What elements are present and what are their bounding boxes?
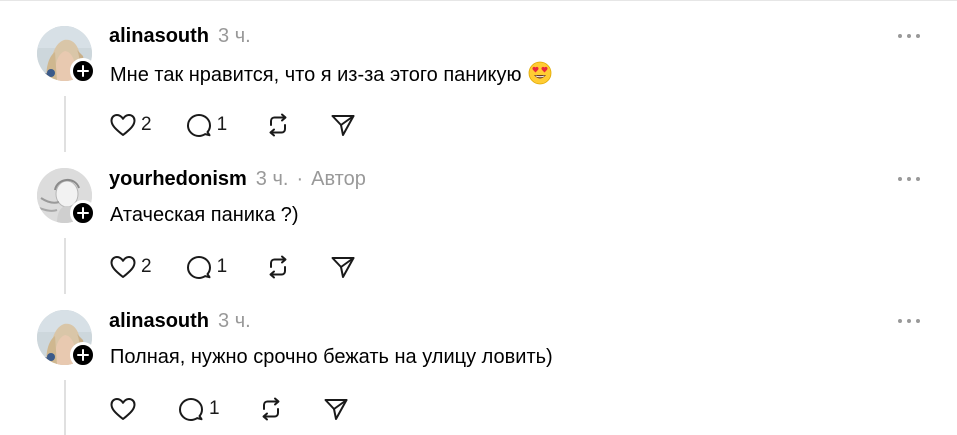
- repost-icon: [262, 397, 280, 421]
- follow-plus-button[interactable]: [70, 58, 96, 84]
- thread-line: [64, 238, 66, 294]
- avatar-wrap: [37, 26, 96, 84]
- like-button[interactable]: 2: [109, 112, 152, 138]
- comment-header: alinasouth 3 ч.: [109, 309, 251, 333]
- comment-text-row: Мне так нравится, что я из-за этого пани…: [110, 61, 552, 91]
- send-icon: [331, 257, 355, 278]
- comment-text: Атаческая паника ?): [110, 204, 299, 226]
- reply-button[interactable]: 1: [185, 254, 228, 280]
- repost-button[interactable]: [264, 112, 292, 138]
- share-button[interactable]: [329, 112, 357, 138]
- send-icon: [324, 399, 348, 420]
- repost-icon: [269, 255, 287, 279]
- repost-button[interactable]: [264, 254, 292, 280]
- avatar-wrap: [37, 310, 96, 368]
- comment-text: Мне так нравится, что я из-за этого пани…: [110, 64, 522, 86]
- timestamp[interactable]: 3 ч.: [256, 168, 289, 191]
- plus-icon: [77, 65, 89, 77]
- share-button[interactable]: [329, 254, 357, 280]
- reply-count: 1: [209, 398, 220, 419]
- more-options-icon: [898, 319, 902, 323]
- heart-icon: [110, 398, 136, 420]
- reply-count: 1: [216, 256, 228, 277]
- comment-header: alinasouth 3 ч.: [109, 24, 251, 48]
- plus-icon: [77, 349, 89, 361]
- comment-header: yourhedonism 3 ч. · Автор: [109, 167, 366, 191]
- username[interactable]: alinasouth: [109, 25, 209, 48]
- like-count: 2: [141, 256, 152, 277]
- comment-text: Полная, нужно срочно бежать на улицу лов…: [110, 346, 553, 368]
- more-options-icon: [898, 34, 902, 38]
- like-button[interactable]: 2: [109, 254, 152, 280]
- action-bar: 1: [109, 395, 350, 423]
- reply-button[interactable]: 1: [177, 396, 220, 422]
- username[interactable]: yourhedonism: [109, 168, 247, 191]
- avatar-wrap: [37, 168, 96, 226]
- more-options-icon: [898, 177, 902, 181]
- comment-bubble-icon: [186, 256, 211, 279]
- repost-icon: [269, 113, 287, 137]
- comment-bubble-icon: [179, 398, 203, 421]
- comment-bubble-icon: [186, 114, 211, 137]
- heart-icon: [110, 114, 136, 136]
- action-bar: 2 1: [109, 253, 357, 281]
- timestamp[interactable]: 3 ч.: [218, 310, 251, 333]
- username[interactable]: alinasouth: [109, 310, 209, 333]
- heart-eyes-emoji: [528, 61, 552, 91]
- heart-icon: [110, 256, 136, 278]
- reply-count: 1: [216, 114, 228, 135]
- plus-icon: [77, 207, 89, 219]
- top-divider: [0, 0, 957, 1]
- thread-line: [64, 380, 66, 435]
- follow-plus-button[interactable]: [70, 342, 96, 368]
- like-count: 2: [141, 114, 152, 135]
- author-label: Автор: [311, 167, 366, 190]
- more-options-button[interactable]: [898, 316, 920, 326]
- reply-button[interactable]: 1: [185, 112, 228, 138]
- timestamp[interactable]: 3 ч.: [218, 25, 251, 48]
- thread-line: [64, 96, 66, 152]
- like-button[interactable]: [109, 396, 137, 422]
- more-options-button[interactable]: [898, 31, 920, 41]
- separator-dot: ·: [296, 167, 304, 190]
- more-options-button[interactable]: [898, 174, 920, 184]
- repost-button[interactable]: [257, 396, 285, 422]
- share-button[interactable]: [322, 396, 350, 422]
- action-bar: 2 1: [109, 111, 357, 139]
- send-icon: [331, 115, 355, 136]
- follow-plus-button[interactable]: [70, 200, 96, 226]
